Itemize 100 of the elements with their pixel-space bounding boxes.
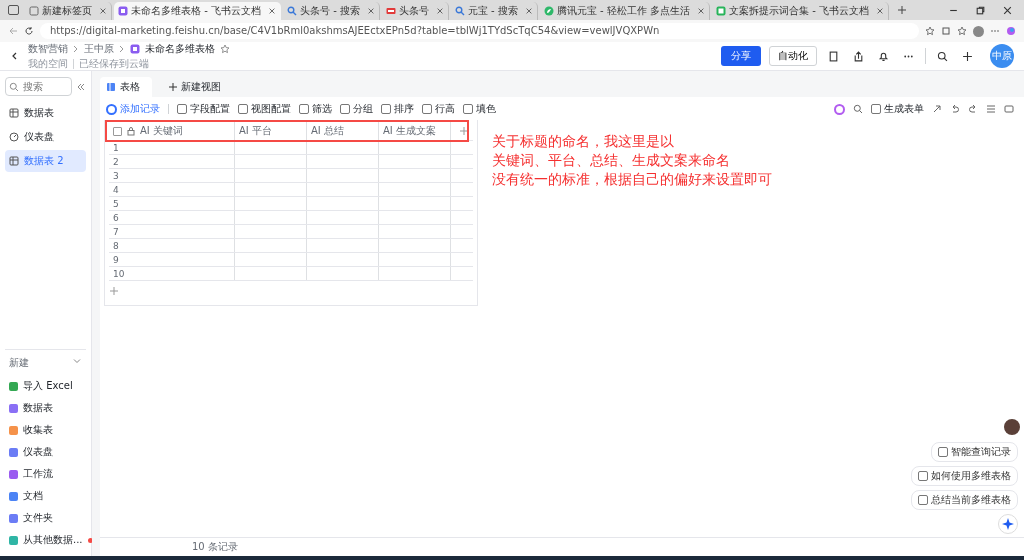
- create-menu-item[interactable]: 从其他数据...: [5, 530, 86, 550]
- collapse-icon[interactable]: [76, 81, 86, 92]
- close-icon[interactable]: [1002, 4, 1013, 16]
- generate-form-button[interactable]: 生成表单: [871, 102, 924, 116]
- sidebar-item[interactable]: 仪表盘: [5, 126, 86, 148]
- sidebar-item[interactable]: 数据表: [5, 102, 86, 124]
- row-number: 6: [109, 211, 235, 224]
- row-number: 5: [109, 197, 235, 210]
- leaf-icon: [543, 6, 554, 16]
- page-icon: [29, 6, 39, 16]
- lock-icon: [126, 126, 136, 136]
- select-all-checkbox[interactable]: [113, 126, 122, 136]
- avatar-icon[interactable]: [1004, 419, 1020, 435]
- tab-actions-icon[interactable]: [8, 5, 19, 15]
- close-icon[interactable]: [876, 7, 885, 15]
- plus-icon[interactable]: [962, 50, 973, 62]
- close-icon[interactable]: [435, 7, 444, 15]
- column-header[interactable]: AI 总结: [307, 122, 379, 140]
- create-menu-item[interactable]: 仪表盘: [5, 442, 86, 462]
- toolbar-button[interactable]: 排序: [381, 102, 414, 116]
- view-tab[interactable]: 表格: [100, 77, 152, 97]
- plus-icon: [168, 82, 178, 92]
- create-section-title: 新建: [9, 356, 29, 370]
- row-number: 1: [109, 141, 235, 154]
- document-icon[interactable]: [828, 50, 839, 62]
- table-icon: [130, 43, 140, 54]
- add-record-button[interactable]: 添加记录: [106, 102, 160, 116]
- sparkle-icon[interactable]: [998, 514, 1018, 534]
- table-icon: [9, 156, 19, 166]
- assistant-suggestion[interactable]: 如何使用多维表格: [911, 466, 1018, 486]
- restore-icon[interactable]: [975, 4, 986, 16]
- toolbar-button[interactable]: 字段配置: [177, 102, 230, 116]
- ring-icon[interactable]: [834, 103, 845, 115]
- chevron-icon: [73, 43, 79, 54]
- new-view-button[interactable]: 新建视图: [162, 79, 227, 95]
- create-menu-item[interactable]: 文件夹: [5, 508, 86, 528]
- sidebar-item[interactable]: 数据表 2: [5, 150, 86, 172]
- close-icon[interactable]: [697, 7, 706, 15]
- undo-icon[interactable]: [950, 104, 960, 114]
- close-icon[interactable]: [524, 7, 533, 15]
- search-icon: [286, 6, 297, 16]
- favorites-icon[interactable]: [957, 26, 967, 36]
- record-count: 10 条记录: [192, 540, 238, 554]
- create-menu-item[interactable]: 数据表: [5, 398, 86, 418]
- share-button[interactable]: 分享: [721, 46, 761, 66]
- redo-icon[interactable]: [968, 104, 978, 114]
- upload-icon[interactable]: [853, 50, 864, 62]
- column-header[interactable]: AI 关键词: [140, 124, 183, 138]
- row-number: 9: [109, 253, 235, 266]
- search-icon: [454, 6, 465, 16]
- search-icon[interactable]: [937, 50, 948, 62]
- row-number: 8: [109, 239, 235, 252]
- toolbar-button[interactable]: 筛选: [299, 102, 332, 116]
- star-icon[interactable]: [925, 26, 935, 36]
- toolbar-button[interactable]: 视图配置: [238, 102, 291, 116]
- row-number: 3: [109, 169, 235, 182]
- assistant-suggestion[interactable]: 总结当前多维表格: [911, 490, 1018, 510]
- add-column-icon[interactable]: [459, 126, 469, 136]
- annotation-text: 关于标题的命名，我这里是以: [492, 132, 675, 151]
- refresh-icon[interactable]: [24, 26, 34, 36]
- table-icon: [106, 82, 116, 92]
- row-number: 2: [109, 155, 235, 168]
- column-header[interactable]: AI 生成文案: [379, 122, 451, 140]
- automation-button[interactable]: 自动化: [769, 46, 817, 66]
- document-icon: [716, 6, 727, 16]
- toolbar-button[interactable]: 行高: [422, 102, 455, 116]
- create-menu-item[interactable]: 导入 Excel: [5, 376, 86, 396]
- close-icon[interactable]: [99, 7, 107, 15]
- table-icon: [9, 108, 19, 118]
- table-icon: [118, 6, 128, 16]
- breadcrumb-link[interactable]: 数智营销: [28, 41, 68, 56]
- save-status: 已经保存到云端: [79, 56, 149, 71]
- annotation-text: 没有统一的标准，根据自己的偏好来设置即可: [492, 170, 772, 189]
- address-bar[interactable]: https://digital-marketing.feishu.cn/base/C4V1bRml0akshmsAJEEctxEPn5d?table=tblWj1TYdScTqC54&view=vewlJVQXPWn: [40, 23, 919, 39]
- search-icon: [9, 82, 19, 92]
- breadcrumb-link[interactable]: 未命名多维表格: [145, 41, 215, 56]
- toolbar-button[interactable]: 分组: [340, 102, 373, 116]
- chevron-icon: [119, 43, 125, 54]
- close-icon[interactable]: [267, 7, 276, 15]
- new-tab-icon[interactable]: [897, 5, 908, 15]
- extension-icon[interactable]: [941, 26, 951, 36]
- share-icon[interactable]: [932, 104, 942, 114]
- bell-icon[interactable]: [878, 50, 889, 62]
- column-header[interactable]: AI 平台: [235, 122, 307, 140]
- star-icon[interactable]: [220, 43, 230, 54]
- annotation-text: 关键词、平台、总结、生成文案来命名: [492, 151, 731, 170]
- comment-icon[interactable]: [1004, 104, 1014, 114]
- toolbar-button[interactable]: 填色: [463, 102, 496, 116]
- breadcrumb-link[interactable]: 王中原: [84, 41, 114, 56]
- browser-tab[interactable]: 未命名多维表格 - 飞书云文档: [114, 2, 281, 20]
- close-icon[interactable]: [366, 7, 375, 15]
- row-number: 7: [109, 225, 235, 238]
- create-menu-item[interactable]: 收集表: [5, 420, 86, 440]
- profile-avatar[interactable]: [973, 25, 984, 37]
- assistant-suggestion[interactable]: 智能查询记录: [931, 442, 1018, 462]
- search-field[interactable]: 搜索: [5, 77, 72, 96]
- gauge-icon: [9, 132, 19, 142]
- create-menu-item[interactable]: 文档: [5, 486, 86, 506]
- create-menu-item[interactable]: 工作流: [5, 464, 86, 484]
- row-number: 10: [109, 267, 235, 280]
